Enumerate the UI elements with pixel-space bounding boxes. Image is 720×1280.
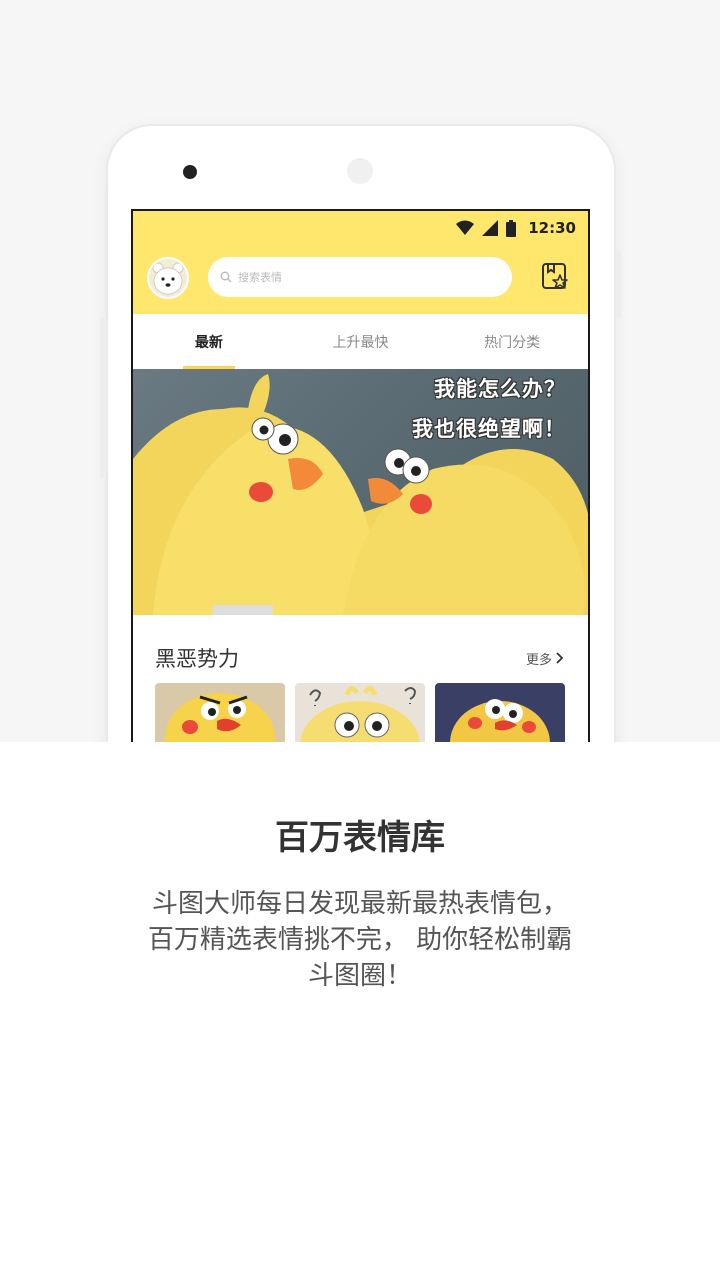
chevron-right-icon: [556, 652, 564, 664]
promo-description-line: 斗图大师每日发现最新最热表情包，: [151, 889, 568, 919]
sticker-thumbnail[interactable]: [435, 683, 565, 742]
featured-banner[interactable]: 我能怎么办？ 我也很绝望啊！: [133, 369, 588, 615]
sticker-thumbnail[interactable]: [155, 683, 285, 742]
angry-chick-image: [165, 693, 275, 742]
promo-description: 斗图大师每日发现最新最热表情包， 百万精选表情挑不完， 助你轻松制霸 斗图圈！: [0, 886, 720, 994]
sticker-thumbnail[interactable]: [295, 683, 425, 742]
section-title: 黑恶势力: [155, 647, 239, 671]
phone-side-button-right: [616, 252, 621, 318]
section-header: 黑恶势力 更多: [155, 643, 564, 673]
tab-hot-categories[interactable]: 热门分类: [436, 314, 588, 369]
proximity-sensor: [347, 158, 373, 184]
tab-rising-fastest[interactable]: 上升最快: [285, 314, 437, 369]
wifi-icon: [456, 220, 475, 235]
collection-star-icon: [542, 263, 568, 289]
worried-chick-image: [450, 699, 550, 742]
promo-headline: 百万表情库: [275, 818, 445, 858]
search-bar[interactable]: [208, 257, 512, 297]
battery-icon: [506, 219, 517, 237]
tab-bar: 最新 上升最快 热门分类: [133, 314, 588, 369]
confused-chick-image: [300, 686, 420, 742]
tab-latest[interactable]: 最新: [133, 314, 285, 369]
banner-chick-illustration: [133, 374, 588, 615]
promo-description-line: 百万精选表情挑不完， 助你轻松制霸: [147, 925, 573, 955]
banner-caption-line2: 我也很绝望啊！: [412, 417, 566, 441]
more-link[interactable]: 更多: [526, 649, 564, 668]
app-header: 12:30: [133, 211, 588, 314]
sticker-thumbnails: [155, 683, 565, 742]
top-background: 12:30 搜索表情 最新 上升最快 热门分类 我能怎么办？ 我也很绝望啊！ 黑…: [0, 0, 720, 742]
status-time: 12:30: [528, 219, 576, 237]
search-icon: [220, 271, 232, 283]
banner-caption-line1: 我能怎么办？: [434, 377, 566, 401]
front-camera: [183, 165, 197, 179]
favorites-button[interactable]: [540, 261, 570, 291]
status-bar: 12:30: [456, 217, 576, 239]
user-avatar[interactable]: [147, 257, 189, 299]
more-label: 更多: [525, 652, 552, 668]
phone-side-button-left: [100, 318, 105, 478]
phone-screen: 12:30 搜索表情 最新 上升最快 热门分类 我能怎么办？ 我也很绝望啊！ 黑…: [131, 209, 590, 742]
search-input[interactable]: [238, 270, 478, 284]
bear-avatar-icon: [152, 262, 184, 295]
signal-icon: [482, 220, 499, 236]
promo-description-line: 斗图圈！: [307, 961, 412, 991]
